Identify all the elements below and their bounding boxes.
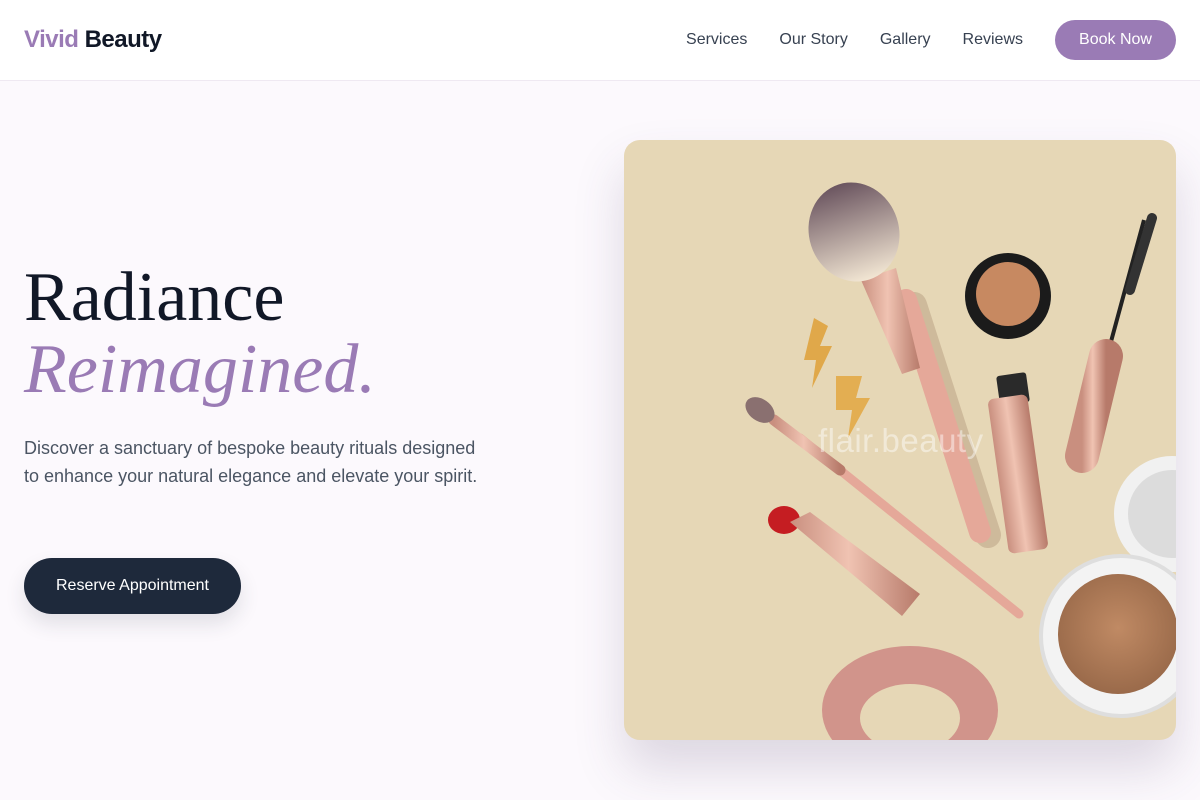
hero-title: Radiance Reimagined.: [24, 262, 376, 406]
cream-pot: [965, 253, 1051, 339]
nav-link-services[interactable]: Services: [686, 20, 747, 60]
brand-logo-accent: Vivid: [24, 26, 79, 53]
nav-link-our-story[interactable]: Our Story: [779, 20, 847, 60]
book-now-button[interactable]: Book Now: [1055, 20, 1176, 60]
lipstick: [768, 506, 920, 616]
hero-image: flair.beauty: [624, 140, 1176, 740]
mascara: [1065, 213, 1157, 473]
hero-title-line2: Reimagined.: [24, 331, 376, 408]
hero-description: Discover a sanctuary of bespoke beauty r…: [24, 438, 478, 486]
image-watermark: flair.beauty: [818, 422, 984, 459]
nav-link-gallery[interactable]: Gallery: [880, 20, 931, 60]
brand-logo[interactable]: Vivid Beauty: [24, 26, 162, 54]
lightning-earring-1: [804, 318, 832, 388]
hero-title-line1: Radiance: [24, 259, 285, 336]
reserve-appointment-button[interactable]: Reserve Appointment: [24, 558, 241, 614]
brand-logo-main: Beauty: [84, 26, 163, 53]
compact-mirror: [1039, 456, 1176, 718]
navbar: Vivid Beauty Services Our Story Gallery …: [0, 0, 1200, 81]
nav-link-reviews[interactable]: Reviews: [963, 20, 1023, 60]
velvet-scrunchie: [822, 646, 998, 740]
nav-links: Services Our Story Gallery Reviews Book …: [686, 20, 1176, 60]
